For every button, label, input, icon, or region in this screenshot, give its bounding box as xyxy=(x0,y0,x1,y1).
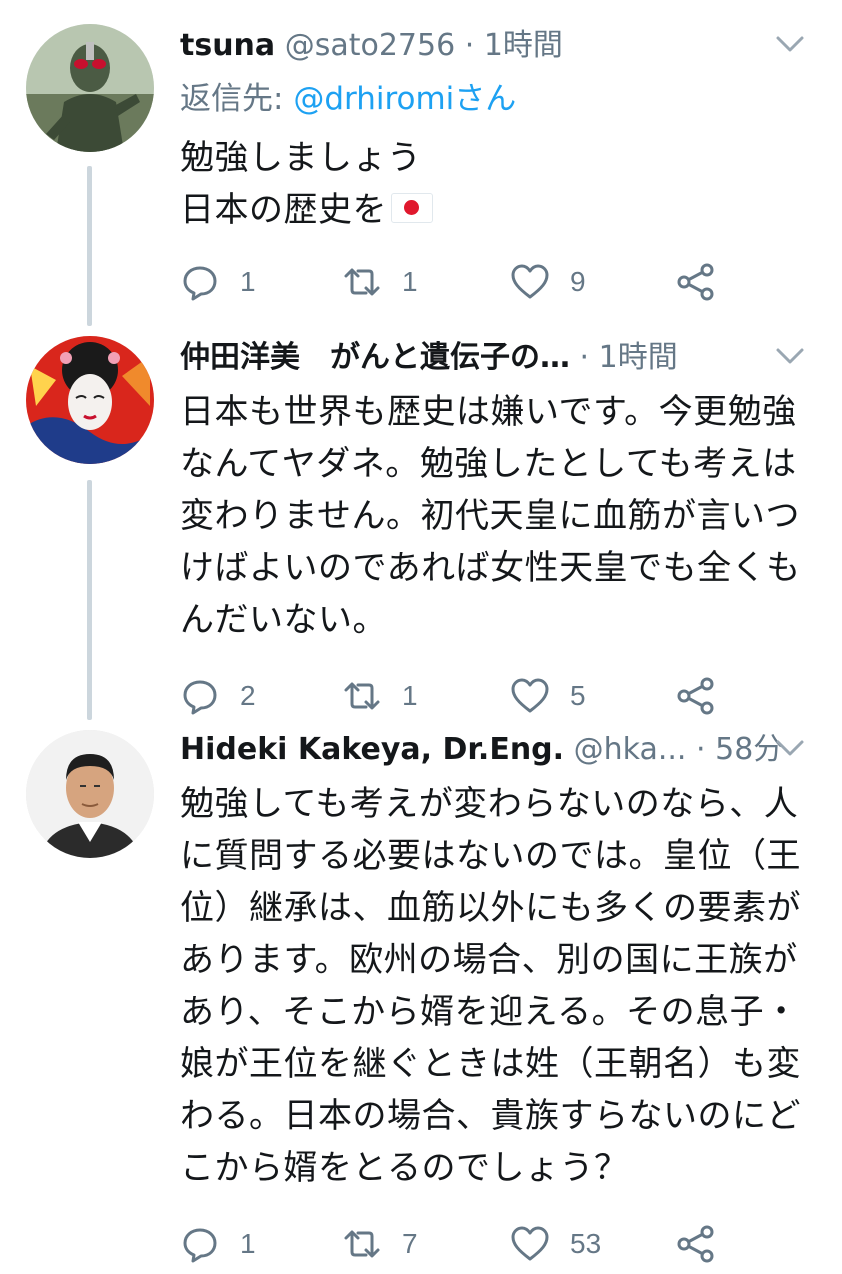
tweet-line: なんてヤダネ。勉強したとしても考えは xyxy=(180,444,797,484)
tweet-2[interactable]: 仲田洋美 がんと遺伝子の… · 1時間 日本も世界も歴史は嫌いです。今更勉強 な… xyxy=(0,330,842,715)
tweet-line: けばよいのであれば女性天皇でも全くも xyxy=(180,548,801,588)
like-icon xyxy=(511,1226,549,1261)
share-icon xyxy=(677,263,714,301)
avatar[interactable] xyxy=(26,730,154,858)
share-icon xyxy=(677,677,714,715)
retweet-icon xyxy=(344,682,380,710)
share-button[interactable] xyxy=(676,252,716,312)
tweet-text: 勉強しましょう 日本の歴史を xyxy=(180,132,824,236)
retweet-button[interactable]: 1 xyxy=(342,252,418,312)
tweet-actions: 1 1 9 xyxy=(180,252,824,312)
reply-icon xyxy=(183,266,217,301)
tweet-actions: 2 1 5 xyxy=(180,666,824,726)
like-count: 9 xyxy=(570,266,586,297)
reply-count: 1 xyxy=(240,266,256,297)
tweet-line: あります。欧州の場合、別の国に王族が xyxy=(180,940,798,980)
retweet-button[interactable]: 1 xyxy=(342,666,418,726)
avatar[interactable] xyxy=(26,336,154,464)
tweet-line: 日本の歴史を xyxy=(180,184,824,236)
tweet-header: tsuna @sato2756 · 1時間 xyxy=(180,18,824,74)
japan-flag-icon xyxy=(391,193,433,223)
like-icon xyxy=(511,678,549,713)
separator: · xyxy=(579,340,590,375)
author-name[interactable]: 仲田洋美 がんと遺伝子の… xyxy=(180,340,570,375)
tweet-line: あり、そこから婿を迎える。その息子・ xyxy=(180,992,799,1032)
tweet-line: 日本も世界も歴史は嫌いです。今更勉強 xyxy=(180,392,797,432)
tweet-line: わる。日本の場合、貴族すらないのにど xyxy=(180,1096,801,1136)
reply-button[interactable]: 1 xyxy=(180,252,256,312)
tweet-3[interactable]: Hideki Kakeya, Dr.Eng. @hka... · 58分 勉強し… xyxy=(0,722,842,1263)
retweet-button[interactable]: 7 xyxy=(342,1214,418,1274)
tweet-line: 勉強しても考えが変わらないのなら、人 xyxy=(180,784,799,824)
author-handle[interactable]: @sato2756 xyxy=(285,28,455,63)
reply-count: 2 xyxy=(240,680,256,711)
like-button[interactable]: 5 xyxy=(510,666,586,726)
tweet-line: 変わりません。初代天皇に血筋が言いつ xyxy=(180,496,800,536)
share-button[interactable] xyxy=(676,666,716,726)
tweet-text: 勉強しても考えが変わらないのなら、人 に質問する必要はないのでは。皇位（王 位）… xyxy=(180,778,824,1194)
retweet-count: 7 xyxy=(402,1228,418,1259)
share-icon xyxy=(677,1225,714,1263)
like-icon xyxy=(511,264,549,299)
timestamp[interactable]: 1時間 xyxy=(599,340,678,375)
like-count: 53 xyxy=(570,1228,602,1259)
tweet-line-text: 日本の歴史を xyxy=(180,190,387,230)
reply-icon xyxy=(183,1228,217,1263)
reply-prefix: 返信先: xyxy=(180,81,294,117)
tweet-1[interactable]: tsuna @sato2756 · 1時間 返信先: @drhiromiさん 勉… xyxy=(0,18,842,308)
tweet-line: こから婿をとるのでしょう？ xyxy=(180,1148,629,1188)
separator: · xyxy=(696,732,706,767)
author-name[interactable]: Hideki Kakeya, Dr.Eng. xyxy=(180,732,564,767)
tweet-line: 勉強しましょう xyxy=(180,138,422,178)
reply-icon xyxy=(183,680,217,715)
tweet-header: Hideki Kakeya, Dr.Eng. @hka... · 58分 xyxy=(180,722,824,778)
tweet-line: 位）継承は、血筋以外にも多くの要素が xyxy=(180,888,801,928)
tweet-actions: 1 7 53 xyxy=(180,1214,824,1274)
separator: · xyxy=(464,28,475,63)
like-button[interactable]: 9 xyxy=(510,252,586,312)
avatar[interactable] xyxy=(26,24,154,152)
author-name[interactable]: tsuna xyxy=(180,28,275,63)
chevron-down-icon[interactable] xyxy=(770,732,810,764)
retweet-icon xyxy=(344,268,380,296)
reply-button[interactable]: 1 xyxy=(180,1214,256,1274)
reply-count: 1 xyxy=(240,1228,256,1259)
reply-button[interactable]: 2 xyxy=(180,666,256,726)
timestamp[interactable]: 1時間 xyxy=(484,28,563,63)
share-button[interactable] xyxy=(676,1214,716,1274)
retweet-count: 1 xyxy=(402,266,418,297)
chevron-down-icon[interactable] xyxy=(770,340,810,372)
reply-mention-link[interactable]: @drhiromiさん xyxy=(293,81,516,117)
retweet-icon xyxy=(344,1230,380,1258)
tweet-text: 日本も世界も歴史は嫌いです。今更勉強 なんてヤダネ。勉強したとしても考えは 変わ… xyxy=(180,386,824,646)
tweet-line: に質問する必要はないのでは。皇位（王 xyxy=(180,836,801,876)
like-button[interactable]: 53 xyxy=(510,1214,601,1274)
retweet-count: 1 xyxy=(402,680,418,711)
like-count: 5 xyxy=(570,680,586,711)
tweet-header: 仲田洋美 がんと遺伝子の… · 1時間 xyxy=(180,330,824,386)
tweet-line: 娘が王位を継ぐときは姓（王朝名）も変 xyxy=(180,1044,801,1084)
author-handle[interactable]: @hka... xyxy=(574,732,687,767)
chevron-down-icon[interactable] xyxy=(770,28,810,60)
tweet-line: んだいない。 xyxy=(180,600,387,640)
reply-context: 返信先: @drhiromiさん xyxy=(180,74,824,124)
